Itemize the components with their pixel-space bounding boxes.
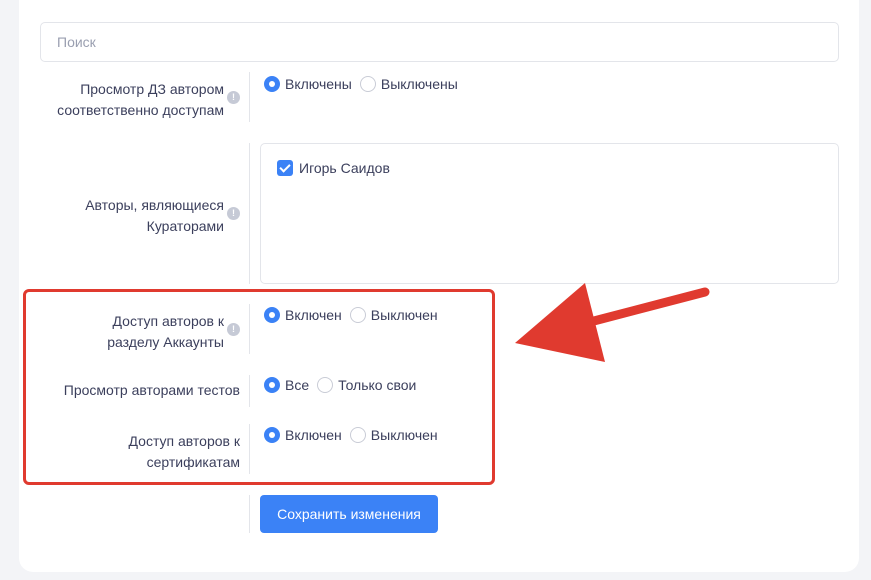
divider — [249, 375, 250, 407]
arrow-annotation-icon — [515, 283, 710, 362]
hw-view-label-line1: Просмотр ДЗ автором — [80, 81, 224, 97]
radio-unchecked-icon[interactable] — [359, 76, 376, 92]
radio-label: Включен — [285, 307, 342, 323]
author-checkbox-item[interactable]: Игорь Саидов — [277, 160, 390, 176]
save-changes-button[interactable]: Сохранить изменения — [260, 495, 438, 533]
curators-label-line2: Кураторами — [146, 218, 224, 234]
accounts-access-option-off[interactable]: Выключен — [349, 307, 438, 323]
certificates-access-label-line2: сертификатам — [146, 454, 240, 470]
tests-view-option-own[interactable]: Только свои — [317, 377, 416, 393]
certificates-access-label-line1: Доступ авторов к — [128, 433, 240, 449]
hw-view-radio-group: Включены Выключены — [264, 76, 458, 92]
radio-label: Выключен — [370, 307, 438, 323]
curators-authors-list[interactable]: Игорь Саидов — [260, 143, 839, 284]
curators-label-line1: Авторы, являющиеся — [85, 197, 224, 213]
accounts-access-option-on[interactable]: Включен — [264, 307, 342, 323]
certificates-access-option-off[interactable]: Выключен — [349, 427, 438, 443]
hw-view-option-on[interactable]: Включены — [264, 76, 352, 92]
radio-label: Только свои — [338, 377, 417, 393]
info-icon[interactable]: ! — [227, 207, 240, 220]
divider — [249, 424, 250, 474]
radio-unchecked-icon[interactable] — [349, 427, 366, 443]
radio-label: Выключен — [370, 427, 438, 443]
divider — [249, 304, 250, 354]
info-icon[interactable]: ! — [227, 323, 240, 336]
tests-view-label-text: Просмотр авторами тестов — [63, 382, 240, 398]
radio-label: Включены — [285, 76, 352, 92]
divider — [249, 72, 250, 122]
divider — [249, 143, 250, 284]
radio-checked-icon[interactable] — [264, 76, 280, 92]
radio-checked-icon[interactable] — [264, 377, 280, 393]
accounts-access-label-line2: разделу Аккаунты — [107, 334, 224, 350]
divider — [249, 495, 250, 533]
search-input[interactable] — [40, 22, 839, 62]
certificates-access-radio-group: Включен Выключен — [264, 427, 438, 443]
tests-view-option-all[interactable]: Все — [264, 377, 309, 393]
accounts-access-label-line1: Доступ авторов к — [112, 313, 224, 329]
radio-unchecked-icon[interactable] — [349, 307, 366, 323]
author-name: Игорь Саидов — [299, 160, 390, 176]
radio-checked-icon[interactable] — [264, 307, 280, 323]
radio-label: Включен — [285, 427, 342, 443]
checkbox-checked-icon[interactable] — [277, 160, 293, 176]
radio-label: Все — [285, 377, 310, 393]
accounts-access-radio-group: Включен Выключен — [264, 307, 438, 323]
info-icon[interactable]: ! — [227, 91, 240, 104]
certificates-access-option-on[interactable]: Включен — [264, 427, 342, 443]
hw-view-option-off[interactable]: Выключены — [359, 76, 458, 92]
tests-view-radio-group: Все Только свои — [264, 377, 416, 393]
hw-view-label-line2: соответственно доступам — [57, 102, 224, 118]
radio-checked-icon[interactable] — [264, 427, 280, 443]
radio-label: Выключены — [380, 76, 458, 92]
radio-unchecked-icon[interactable] — [317, 377, 334, 393]
